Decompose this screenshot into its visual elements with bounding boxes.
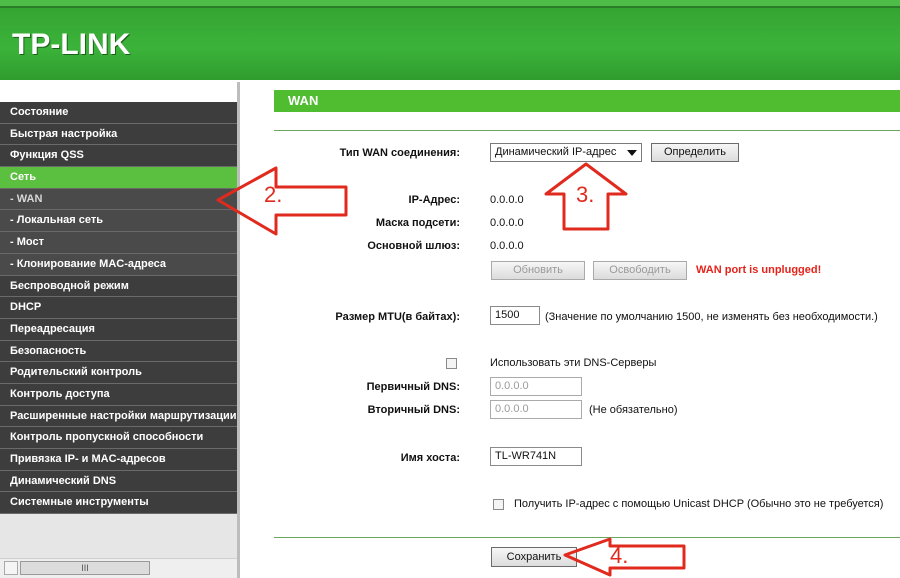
sidebar-item-status[interactable]: Состояние bbox=[0, 102, 237, 124]
sidebar-item-dhcp[interactable]: DHCP bbox=[0, 297, 237, 319]
hostname-label: Имя хоста: bbox=[400, 452, 460, 464]
tp-link-logo: TP-LINK bbox=[12, 28, 131, 61]
sidebar-item-access-control[interactable]: Контроль доступа bbox=[0, 383, 237, 406]
sidebar-horizontal-scrollbar[interactable]: III bbox=[0, 558, 237, 578]
sidebar-item-bridge[interactable]: - Мост bbox=[0, 232, 237, 254]
mtu-input[interactable]: 1500 bbox=[490, 306, 540, 325]
subnet-mask-value: 0.0.0.0 bbox=[490, 217, 524, 229]
primary-dns-label: Первичный DNS: bbox=[366, 381, 460, 393]
secondary-dns-hint: (Не обязательно) bbox=[589, 404, 678, 416]
sidebar: Состояние Быстрая настройка Функция QSS … bbox=[0, 82, 240, 578]
wan-type-select[interactable]: Динамический IP-адрес bbox=[490, 143, 642, 162]
mtu-hint: (Значение по умолчанию 1500, не изменять… bbox=[545, 311, 878, 323]
hostname-input[interactable]: TL-WR741N bbox=[490, 447, 582, 466]
sidebar-item-ddns[interactable]: Динамический DNS bbox=[0, 470, 237, 493]
sidebar-item-forwarding[interactable]: Переадресация bbox=[0, 318, 237, 341]
secondary-dns-input[interactable]: 0.0.0.0 bbox=[490, 400, 582, 419]
wan-type-label: Тип WAN соединения: bbox=[339, 147, 460, 159]
main-panel: WAN Тип WAN соединения: Динамический IP-… bbox=[244, 82, 900, 578]
header-stripe bbox=[0, 0, 900, 8]
sidebar-item-security[interactable]: Безопасность bbox=[0, 340, 237, 363]
router-admin-page: TP-LINK Состояние Быстрая настройка Функ… bbox=[0, 0, 900, 578]
ip-address-value: 0.0.0.0 bbox=[490, 194, 524, 206]
chevron-down-icon bbox=[627, 150, 637, 156]
annotation-number-4: 4. bbox=[610, 543, 629, 568]
scroll-left-button[interactable] bbox=[4, 561, 18, 575]
sidebar-item-parental-control[interactable]: Родительский контроль bbox=[0, 362, 237, 384]
divider bbox=[274, 130, 900, 131]
mtu-label: Размер MTU(в байтах): bbox=[335, 311, 460, 323]
unicast-dhcp-label: Получить IP-адрес с помощью Unicast DHCP… bbox=[514, 498, 884, 510]
section-title: WAN bbox=[274, 90, 900, 112]
secondary-dns-label: Вторичный DNS: bbox=[367, 404, 460, 416]
sidebar-item-wan[interactable]: - WAN bbox=[0, 188, 237, 211]
sidebar-item-mac-clone[interactable]: - Клонирование MAC-адреса bbox=[0, 253, 237, 276]
sidebar-item-qss[interactable]: Функция QSS bbox=[0, 145, 237, 168]
gateway-value: 0.0.0.0 bbox=[490, 240, 524, 252]
sidebar-item-system-tools[interactable]: Системные инструменты bbox=[0, 492, 237, 515]
sidebar-item-quick-setup[interactable]: Быстрая настройка bbox=[0, 123, 237, 146]
gateway-label: Основной шлюз: bbox=[367, 240, 460, 252]
header: TP-LINK bbox=[0, 0, 900, 80]
detect-button[interactable]: Определить bbox=[651, 143, 739, 162]
wan-status-text: WAN port is unplugged! bbox=[696, 264, 822, 276]
use-dns-label: Использовать эти DNS-Серверы bbox=[490, 357, 657, 369]
use-dns-checkbox[interactable] bbox=[446, 358, 457, 369]
wan-type-value: Динамический IP-адрес bbox=[495, 146, 617, 158]
scroll-thumb[interactable]: III bbox=[20, 561, 150, 575]
primary-dns-input[interactable]: 0.0.0.0 bbox=[490, 377, 582, 396]
release-button[interactable]: Освободить bbox=[593, 261, 687, 280]
sidebar-item-lan[interactable]: - Локальная сеть bbox=[0, 210, 237, 233]
annotation-number-3: 3. bbox=[576, 182, 595, 207]
sidebar-top-gap bbox=[0, 82, 237, 102]
sidebar-item-wireless[interactable]: Беспроводной режим bbox=[0, 275, 237, 298]
sidebar-item-network[interactable]: Сеть bbox=[0, 167, 237, 189]
unicast-dhcp-checkbox[interactable] bbox=[493, 499, 504, 510]
renew-button[interactable]: Обновить bbox=[491, 261, 585, 280]
sidebar-item-ip-mac-binding[interactable]: Привязка IP- и MAC-адресов bbox=[0, 449, 237, 471]
annotation-number-2: 2. bbox=[264, 182, 283, 207]
annotation-arrow-2 bbox=[216, 166, 348, 236]
sidebar-item-advanced-routing[interactable]: Расширенные настройки маршрутизации bbox=[0, 405, 237, 428]
sidebar-item-bandwidth-control[interactable]: Контроль пропускной способности bbox=[0, 427, 237, 449]
